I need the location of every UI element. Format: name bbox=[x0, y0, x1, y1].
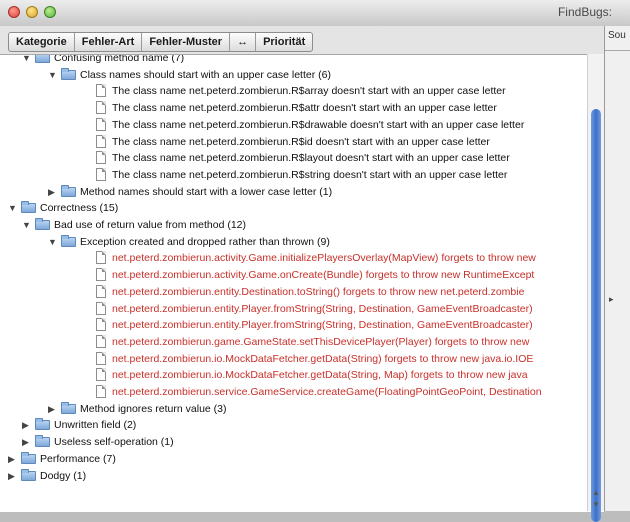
sort-fehler-art-button[interactable]: Fehler-Art bbox=[75, 33, 143, 51]
swap-order-button[interactable]: ↔ bbox=[230, 33, 257, 51]
disclosure-collapsed-icon[interactable]: ▶ bbox=[22, 435, 32, 449]
sort-toolbar: Kategorie Fehler-Art Fehler-Muster ↔ Pri… bbox=[0, 26, 604, 54]
tree-row-label: Correctness (15) bbox=[40, 202, 119, 215]
file-icon bbox=[96, 151, 106, 165]
file-icon bbox=[96, 284, 106, 298]
folder-icon bbox=[61, 67, 76, 80]
folder-icon bbox=[21, 451, 36, 464]
file-icon bbox=[96, 84, 106, 98]
scroll-thumb[interactable] bbox=[591, 109, 601, 522]
minimize-button[interactable] bbox=[26, 6, 38, 18]
file-icon bbox=[96, 268, 106, 282]
tree-row-label: net.peterd.zombierun.io.MockDataFetcher.… bbox=[112, 352, 534, 365]
disclosure-expanded-icon[interactable]: ▼ bbox=[48, 68, 58, 82]
scroll-down-arrow-icon[interactable]: ▼ bbox=[592, 500, 600, 509]
disclosure-collapsed-icon[interactable]: ▶ bbox=[8, 452, 18, 466]
tree-row-label: Unwritten field (2) bbox=[54, 419, 137, 432]
tree-row-label: The class name net.peterd.zombierun.R$at… bbox=[112, 102, 497, 115]
tree-row-label: net.peterd.zombierun.entity.Player.fromS… bbox=[112, 302, 533, 315]
folder-icon bbox=[35, 55, 50, 63]
tree-row-label: The class name net.peterd.zombierun.R$st… bbox=[112, 168, 508, 181]
file-icon bbox=[96, 167, 106, 181]
folder-icon bbox=[21, 201, 36, 214]
title-bar: FindBugs: bbox=[0, 0, 630, 27]
file-icon bbox=[96, 351, 106, 365]
tree-row-label: Method ignores return value (3) bbox=[80, 402, 227, 415]
file-icon bbox=[96, 385, 106, 398]
file-icon bbox=[96, 301, 106, 315]
disclosure-expanded-icon[interactable]: ▼ bbox=[8, 201, 18, 215]
disclosure-expanded-icon[interactable]: ▼ bbox=[22, 218, 32, 232]
folder-icon bbox=[35, 218, 50, 230]
scroll-up-arrow-icon[interactable]: ▲ bbox=[592, 488, 600, 497]
folder-icon bbox=[21, 468, 36, 481]
tree-row-label: The class name net.peterd.zombierun.R$id… bbox=[112, 135, 490, 148]
tree-row-label: The class name net.peterd.zombierun.R$la… bbox=[112, 152, 510, 165]
disclosure-expanded-icon[interactable]: ▼ bbox=[48, 235, 58, 249]
folder-icon bbox=[35, 435, 50, 448]
disclosure-collapsed-icon[interactable]: ▶ bbox=[22, 418, 32, 432]
findbugs-window: FindBugs: Kategorie Fehler-Art Fehler-Mu… bbox=[0, 0, 630, 522]
close-button[interactable] bbox=[8, 6, 20, 18]
splitter-handle-icon[interactable]: ▸ bbox=[609, 294, 614, 305]
tree-row-label: net.peterd.zombierun.service.GameService… bbox=[112, 386, 542, 398]
disclosure-collapsed-icon[interactable]: ▶ bbox=[48, 402, 58, 416]
sort-fehler-muster-button[interactable]: Fehler-Muster bbox=[142, 33, 231, 51]
folder-icon bbox=[61, 401, 76, 414]
tree-row-label: Method names should start with a lower c… bbox=[80, 185, 333, 198]
tree-row-label: Dodgy (1) bbox=[40, 469, 87, 482]
folder-icon bbox=[35, 418, 50, 431]
file-icon bbox=[96, 368, 106, 382]
tree-row-label: Class names should start with an upper c… bbox=[80, 68, 331, 81]
disclosure-expanded-icon[interactable]: ▼ bbox=[22, 55, 32, 65]
sort-segmented-control: Kategorie Fehler-Art Fehler-Muster ↔ Pri… bbox=[8, 32, 314, 52]
folder-icon bbox=[61, 184, 76, 197]
tree-row-label: Bad use of return value from method (12) bbox=[54, 219, 247, 231]
tree-row-label: net.peterd.zombierun.entity.Player.fromS… bbox=[112, 319, 533, 332]
tree-row-label: Exception created and dropped rather tha… bbox=[80, 235, 330, 248]
tree-row-label: net.peterd.zombierun.activity.Game.initi… bbox=[112, 252, 536, 265]
disclosure-collapsed-icon[interactable]: ▶ bbox=[8, 469, 18, 483]
file-icon bbox=[96, 318, 106, 332]
source-panel-divider bbox=[605, 50, 630, 51]
sort-prioritaet-button[interactable]: Priorität bbox=[256, 33, 312, 51]
folder-icon bbox=[61, 234, 76, 247]
tree-vertical-scrollbar[interactable]: ▲ ▼ bbox=[587, 54, 605, 522]
tree-row-label: Confusing method name (7) bbox=[54, 54, 185, 64]
tree-row-label: Useless self-operation (1) bbox=[54, 436, 174, 449]
file-icon bbox=[96, 251, 106, 265]
tree-row-label: net.peterd.zombierun.game.GameState.setT… bbox=[112, 335, 530, 348]
source-panel: Sou ▸ bbox=[604, 26, 630, 511]
tree-row-label: The class name net.peterd.zombierun.R$ar… bbox=[112, 85, 506, 98]
tree-row-label: The class name net.peterd.zombierun.R$dr… bbox=[112, 118, 525, 131]
zoom-button[interactable] bbox=[44, 6, 56, 18]
tree-row-label: net.peterd.zombierun.io.MockDataFetcher.… bbox=[112, 369, 528, 382]
source-panel-label: Sou bbox=[608, 30, 626, 41]
disclosure-collapsed-icon[interactable]: ▶ bbox=[48, 185, 58, 199]
file-icon bbox=[96, 334, 106, 348]
tree-row-label: net.peterd.zombierun.entity.Destination.… bbox=[112, 285, 525, 298]
file-icon bbox=[96, 117, 106, 131]
sort-kategorie-button[interactable]: Kategorie bbox=[9, 33, 75, 51]
tree-row-label: Performance (7) bbox=[40, 452, 116, 465]
bug-tree[interactable]: ▼ Confusing method name (7) ▼ Class names s… bbox=[0, 54, 604, 512]
file-icon bbox=[96, 101, 106, 115]
file-icon bbox=[96, 134, 106, 148]
window-title: FindBugs: bbox=[557, 5, 612, 19]
tree-row-label: net.peterd.zombierun.activity.Game.onCre… bbox=[112, 269, 535, 282]
